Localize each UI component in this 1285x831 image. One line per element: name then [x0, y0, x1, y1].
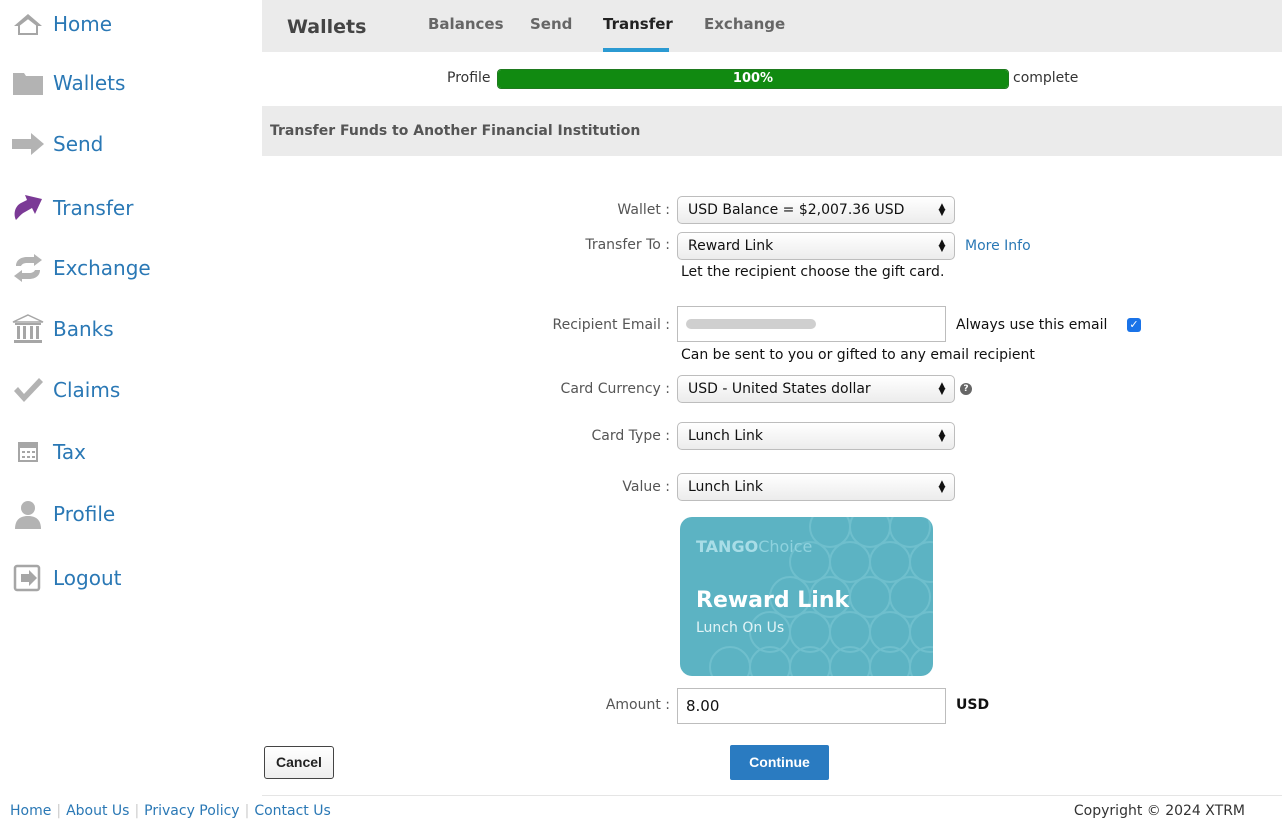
section-header: Transfer Funds to Another Financial Inst… [262, 106, 1282, 156]
footer-link-privacy-policy[interactable]: Privacy Policy [144, 803, 239, 819]
sidebar-item-exchange[interactable]: Exchange [10, 248, 151, 288]
card-type-label: Card Type : [591, 428, 670, 444]
card-type-select-value: Lunch Link [688, 428, 763, 444]
home-icon [10, 8, 46, 40]
footer-divider [262, 795, 1282, 796]
folder-icon [10, 67, 46, 99]
wallet-select-value: USD Balance = $2,007.36 USD [688, 202, 905, 218]
recipient-email-hint: Can be sent to you or gifted to any emai… [681, 347, 1035, 363]
bank-icon [10, 313, 46, 345]
calculator-icon [10, 436, 46, 468]
sidebar-item-home[interactable]: Home [10, 4, 112, 44]
value-select-value: Lunch Link [688, 479, 763, 495]
transfer-icon [10, 192, 46, 224]
select-arrows-icon: ▲ ▼ [938, 479, 946, 495]
card-currency-select-value: USD - United States dollar [688, 381, 871, 397]
cancel-button[interactable]: Cancel [264, 746, 334, 779]
sidebar-item-label: Claims [53, 378, 121, 402]
progress-prefix: Profile [447, 70, 491, 86]
footer-link-about-us[interactable]: About Us [66, 803, 129, 819]
amount-currency: USD [956, 697, 990, 713]
user-icon [10, 498, 46, 530]
sidebar-item-label: Wallets [53, 71, 126, 95]
sidebar-item-label: Exchange [53, 256, 151, 280]
card-currency-select[interactable]: USD - United States dollar ▲ ▼ [677, 375, 955, 403]
footer-link-contact-us[interactable]: Contact Us [254, 803, 330, 819]
wallet-label: Wallet : [617, 202, 670, 218]
sidebar-item-tax[interactable]: Tax [10, 432, 86, 472]
select-arrows-icon: ▲ ▼ [938, 202, 946, 218]
sidebar-item-label: Logout [53, 566, 122, 590]
value-label: Value : [622, 479, 670, 495]
redacted-email [686, 319, 816, 329]
select-arrows-icon: ▲ ▼ [938, 428, 946, 444]
card-subtitle: Lunch On Us [696, 620, 785, 636]
always-use-email-label: Always use this email [956, 317, 1108, 333]
transfer-to-select-value: Reward Link [688, 238, 774, 254]
card-name: Reward Link [696, 588, 850, 613]
footer-links: Home | About Us | Privacy Policy | Contact Us [10, 803, 331, 819]
amount-label: Amount : [605, 697, 670, 713]
tab-transfer[interactable]: Transfer [603, 15, 673, 33]
logout-icon [10, 562, 46, 594]
sidebar-item-label: Tax [53, 440, 86, 464]
recipient-email-input[interactable] [677, 306, 946, 342]
value-select[interactable]: Lunch Link ▲ ▼ [677, 473, 955, 501]
sidebar-item-logout[interactable]: Logout [10, 558, 121, 598]
sidebar-item-claims[interactable]: Claims [10, 370, 120, 410]
continue-button[interactable]: Continue [730, 745, 829, 780]
exchange-icon [10, 252, 46, 284]
progress-value: 100% [732, 71, 774, 86]
transfer-to-label: Transfer To : [585, 237, 670, 253]
card-currency-label: Card Currency : [560, 381, 670, 397]
sidebar-item-label: Home [53, 12, 113, 36]
sidebar-item-profile[interactable]: Profile [10, 494, 115, 534]
select-arrows-icon: ▲ ▼ [938, 381, 946, 397]
progress-suffix: complete [1013, 70, 1079, 86]
sidebar-item-label: Profile [53, 502, 116, 526]
amount-input[interactable]: 8.00 [677, 688, 946, 724]
page-title: Wallets [287, 16, 367, 38]
section-title: Transfer Funds to Another Financial Inst… [270, 123, 641, 139]
always-use-email-checkbox[interactable]: ✓ [1127, 318, 1141, 332]
sidebar-item-banks[interactable]: Banks [10, 309, 114, 349]
sidebar-item-wallets[interactable]: Wallets [10, 63, 125, 103]
more-info-link[interactable]: More Info [965, 238, 1031, 254]
sidebar: Home Wallets Send Transfer Exchange Bank… [0, 0, 250, 790]
sidebar-item-label: Banks [53, 317, 114, 341]
select-arrows-icon: ▲ ▼ [938, 238, 946, 254]
sidebar-item-label: Transfer [53, 196, 134, 220]
sidebar-item-send[interactable]: Send [10, 124, 103, 164]
gift-card-image: TANGOChoice Reward Link Lunch On Us [680, 517, 933, 676]
tab-send[interactable]: Send [530, 15, 572, 33]
copyright: Copyright © 2024 XTRM [1073, 803, 1245, 819]
checkmark-icon [10, 374, 46, 406]
card-brand: TANGOChoice [696, 537, 813, 556]
wallet-select[interactable]: USD Balance = $2,007.36 USD ▲ ▼ [677, 196, 955, 224]
tab-balances[interactable]: Balances [428, 15, 504, 33]
top-nav-bar: Wallets Balances Send Transfer Exchange [262, 0, 1282, 52]
profile-progress-bar: 100% [497, 69, 1009, 89]
footer-link-home[interactable]: Home [10, 803, 51, 819]
transfer-to-hint: Let the recipient choose the gift card. [681, 264, 945, 280]
amount-value: 8.00 [686, 697, 720, 715]
tab-exchange[interactable]: Exchange [704, 15, 785, 33]
transfer-to-select[interactable]: Reward Link ▲ ▼ [677, 232, 955, 260]
active-tab-indicator [603, 48, 669, 52]
card-type-select[interactable]: Lunch Link ▲ ▼ [677, 422, 955, 450]
arrow-right-icon [10, 128, 46, 160]
sidebar-item-transfer[interactable]: Transfer [10, 188, 133, 228]
recipient-email-label: Recipient Email : [552, 317, 670, 333]
sidebar-item-label: Send [53, 132, 104, 156]
help-icon[interactable]: ? [960, 383, 972, 395]
